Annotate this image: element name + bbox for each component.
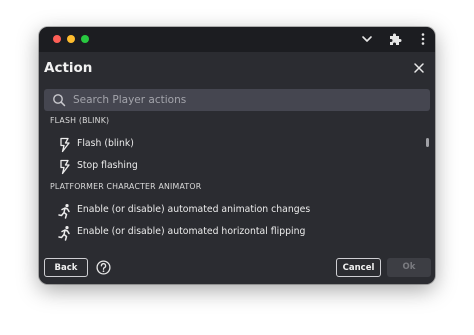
search-icon — [53, 94, 66, 107]
more-options-icon[interactable] — [415, 31, 431, 47]
action-dialog-window: Action FLASH (BLINK) Flash (blink) Stop … — [39, 27, 435, 284]
ok-button[interactable]: Ok — [387, 258, 431, 277]
list-item[interactable]: Enable (or disable) automated horizontal… — [39, 223, 423, 243]
list-item-label: Enable (or disable) automated horizontal… — [77, 226, 306, 237]
window-minimize-dot[interactable] — [67, 35, 75, 43]
group-header-flash: FLASH (BLINK) — [50, 116, 110, 125]
window-close-dot[interactable] — [53, 35, 61, 43]
close-icon[interactable] — [412, 61, 426, 75]
scrollbar-thumb[interactable] — [426, 138, 429, 147]
list-item[interactable]: Enable (or disable) automated animation … — [39, 201, 423, 221]
help-icon[interactable] — [96, 260, 111, 275]
list-item-label: Stop flashing — [77, 160, 138, 171]
window-maximize-dot[interactable] — [81, 35, 89, 43]
cancel-button[interactable]: Cancel — [336, 258, 381, 277]
search-box — [44, 89, 430, 111]
group-header-platformer: PLATFORMER CHARACTER ANIMATOR — [50, 182, 202, 191]
chevron-down-icon[interactable] — [359, 31, 375, 47]
list-item[interactable]: Stop flashing — [39, 157, 423, 177]
puzzle-piece-icon[interactable] — [387, 31, 403, 47]
dialog-footer: Back Cancel Ok — [39, 255, 435, 284]
search-input[interactable] — [73, 89, 423, 111]
actions-list: FLASH (BLINK) Flash (blink) Stop flashin… — [39, 113, 435, 265]
flash-icon — [60, 137, 70, 153]
flash-icon — [60, 159, 70, 175]
list-item[interactable]: Flash (blink) — [39, 135, 423, 155]
back-button[interactable]: Back — [44, 258, 88, 277]
running-character-icon — [58, 204, 70, 219]
window-titlebar — [39, 27, 435, 52]
list-item-label: Enable (or disable) automated animation … — [77, 204, 311, 215]
running-character-icon — [58, 226, 70, 241]
list-item-label: Flash (blink) — [77, 138, 134, 149]
dialog-title: Action — [44, 60, 93, 76]
